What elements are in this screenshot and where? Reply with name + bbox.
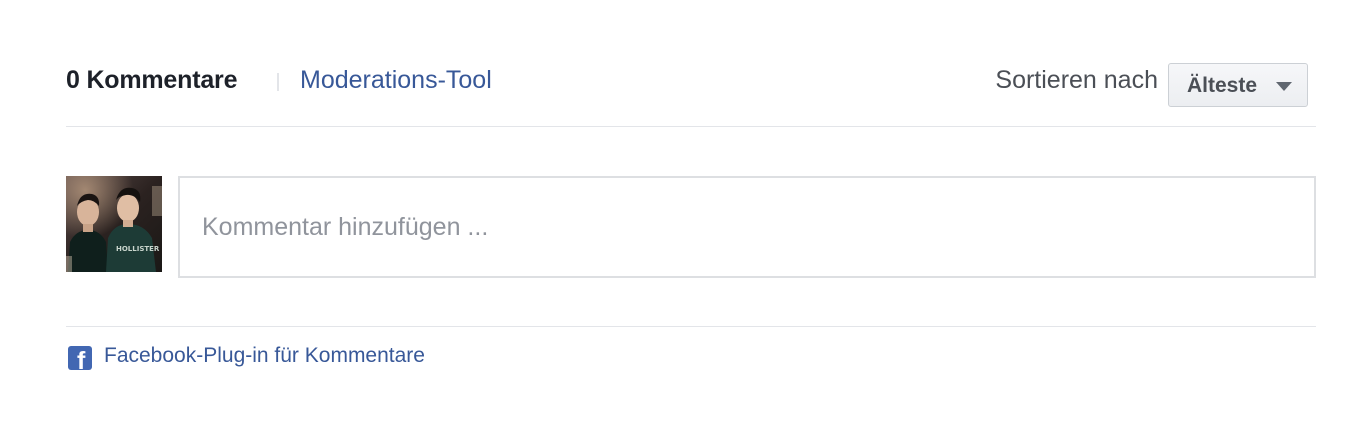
sort-order-dropdown[interactable]: Älteste — [1168, 63, 1308, 107]
sort-label: Sortieren nach — [995, 66, 1158, 94]
facebook-icon: f — [68, 346, 92, 370]
avatar-photo: HOLLISTER — [66, 176, 162, 272]
svg-text:HOLLISTER: HOLLISTER — [116, 245, 160, 253]
comment-composer — [178, 176, 1316, 278]
moderation-tool-link[interactable]: Moderations-Tool — [300, 66, 492, 95]
sort-selected-value: Älteste — [1187, 74, 1258, 97]
comments-plugin: 0 Kommentare Moderations-Tool Sortieren … — [0, 0, 1348, 430]
comment-count: 0 Kommentare — [66, 66, 238, 94]
header-divider — [277, 73, 279, 91]
chevron-down-icon — [1276, 82, 1292, 91]
footer-divider — [66, 326, 1316, 327]
facebook-plugin-link[interactable]: Facebook-Plug-in für Kommentare — [104, 344, 425, 368]
comment-input[interactable] — [180, 178, 1314, 276]
comments-header: 0 Kommentare Moderations-Tool Sortieren … — [66, 58, 1316, 127]
avatar: HOLLISTER — [66, 176, 162, 272]
